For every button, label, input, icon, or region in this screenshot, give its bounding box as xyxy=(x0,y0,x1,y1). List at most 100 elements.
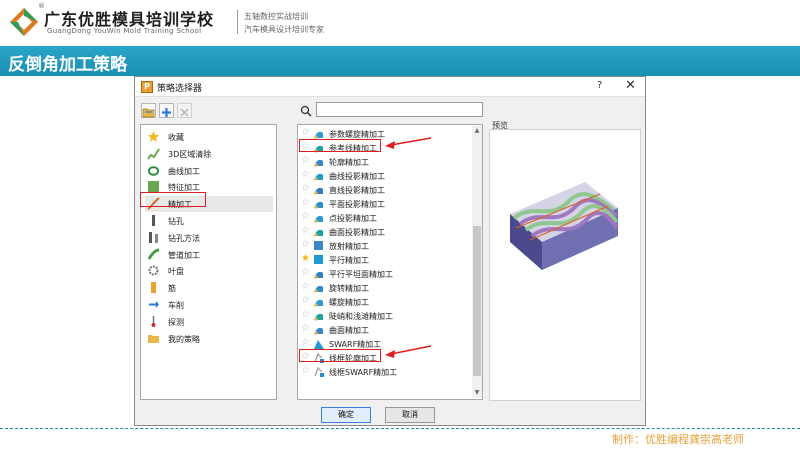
category-label: 筋 xyxy=(168,284,176,294)
strategy-label: 曲面投影精加工 xyxy=(329,228,385,237)
red-arrow-icon xyxy=(385,345,432,358)
favorite-star-icon[interactable]: ☆ xyxy=(301,365,310,377)
add-strategy-button[interactable] xyxy=(159,103,174,118)
category-item[interactable]: 筋 xyxy=(145,280,273,296)
favorite-star-icon[interactable]: ☆ xyxy=(301,323,310,335)
strategy-label: 线框SWARF精加工 xyxy=(329,368,398,377)
turning-icon xyxy=(149,301,159,308)
search-input[interactable] xyxy=(316,102,483,117)
preview-image xyxy=(510,182,619,270)
strategy-label: 螺旋精加工 xyxy=(329,298,369,307)
category-label: 钻孔 xyxy=(168,217,184,226)
rotary-finishing-icon xyxy=(314,285,323,293)
strategy-item[interactable]: ☆ 旋转精加工 xyxy=(301,281,471,295)
strategy-label: 放射精加工 xyxy=(329,242,369,251)
favorite-star-icon[interactable]: ☆ xyxy=(301,155,310,167)
favorite-star-icon[interactable]: ☆ xyxy=(301,225,310,237)
strategy-item[interactable]: ☆ 曲线投影精加工 xyxy=(301,169,471,183)
blisk-icon xyxy=(148,265,159,276)
wireframe-swarf-icon xyxy=(314,366,324,377)
favorite-star-icon[interactable]: ☆ xyxy=(301,295,310,307)
favorite-star-icon[interactable]: ☆ xyxy=(301,309,310,321)
line-projection-icon xyxy=(314,173,323,181)
line-projection-icon xyxy=(314,187,323,195)
favorite-star-icon[interactable]: ☆ xyxy=(301,337,310,349)
category-label: 3D区域清除 xyxy=(168,149,212,159)
slide-title: 反倒角加工策略 xyxy=(8,55,127,75)
category-item[interactable]: 钻孔方法 xyxy=(145,230,273,246)
favorite-star-icon[interactable]: ☆ xyxy=(301,211,310,223)
favorite-star-icon[interactable]: ☆ xyxy=(301,281,310,293)
header-divider xyxy=(237,10,238,34)
close-button[interactable]: ✕ xyxy=(625,78,636,93)
favorite-star-icon[interactable]: ☆ xyxy=(301,267,310,279)
strategy-label: 平行精加工 xyxy=(329,256,369,265)
category-item[interactable]: 车削 xyxy=(145,297,273,313)
favorite-star-icon[interactable]: ☆ xyxy=(301,127,310,139)
favorite-star-icon[interactable]: ☆ xyxy=(301,183,310,195)
category-item[interactable]: 3D区域清除 xyxy=(145,146,273,162)
author-credit: 制作：优胜编程龚崇高老师 xyxy=(612,433,744,446)
category-item[interactable]: 曲线加工 xyxy=(145,163,273,179)
category-item[interactable]: 探测 xyxy=(145,314,273,330)
strategy-item[interactable]: ☆ 曲面精加工 xyxy=(301,323,471,337)
radial-finishing-icon xyxy=(314,241,323,250)
app-icon: P xyxy=(141,81,153,93)
highlight-finishing-category xyxy=(140,192,206,207)
category-item[interactable]: 收藏 xyxy=(145,129,273,145)
favorite-star-icon[interactable]: ☆ xyxy=(301,197,310,209)
slide-title-bar: 反倒角加工策略 xyxy=(0,46,800,76)
strategy-list-scrollbar[interactable]: ▲ ▼ xyxy=(472,126,482,398)
strategy-item[interactable]: ☆ 线框SWARF精加工 xyxy=(301,365,471,379)
category-list[interactable]: 收藏 3D区域清除 曲线加工 特征加工 精加工 钻孔 钻孔方法 管道加工 叶盘筋车削 探测 我的策略 xyxy=(140,124,277,400)
category-item[interactable]: 管道加工 xyxy=(145,247,273,263)
strategy-item[interactable]: ☆ 陡峭和浅滩精加工 xyxy=(301,309,471,323)
scroll-up-arrow-icon[interactable]: ▲ xyxy=(473,127,481,135)
strategy-label: 曲面精加工 xyxy=(329,326,369,335)
help-button[interactable]: ? xyxy=(597,80,602,91)
curve-machining-icon xyxy=(148,165,160,176)
strategy-item[interactable]: ☆ 点投影精加工 xyxy=(301,211,471,225)
category-item[interactable]: 钻孔 xyxy=(145,213,273,229)
strategy-label: 点投影精加工 xyxy=(329,214,377,223)
strategy-label: 平面投影精加工 xyxy=(329,200,385,209)
preview-panel xyxy=(489,129,641,401)
folder-icon xyxy=(148,334,159,343)
star-icon xyxy=(148,131,159,142)
strategy-item[interactable]: ☆ 螺旋精加工 xyxy=(301,295,471,309)
dialog-titlebar[interactable]: P 策略选择器 ? ✕ xyxy=(135,77,645,97)
raster-finishing-icon xyxy=(314,255,323,264)
category-item[interactable]: 叶盘 xyxy=(145,263,273,279)
open-folder-button[interactable] xyxy=(141,103,156,118)
strategy-item[interactable]: ★ 平行精加工 xyxy=(301,253,471,267)
highlight-pattern-finishing xyxy=(299,139,381,152)
strategy-item[interactable]: ☆ 轮廓精加工 xyxy=(301,155,471,169)
cancel-button[interactable]: 取消 xyxy=(385,407,435,423)
category-item[interactable]: 我的策略 xyxy=(145,331,273,347)
strategy-item[interactable]: ☆ 直线投影精加工 xyxy=(301,183,471,197)
favorite-star-icon[interactable]: ★ xyxy=(301,253,310,265)
category-label: 钻孔方法 xyxy=(168,233,200,243)
strategy-item[interactable]: ☆ 曲面投影精加工 xyxy=(301,225,471,239)
area-clear-icon xyxy=(147,148,160,160)
swarf-icon xyxy=(314,340,324,349)
ok-button[interactable]: 确定 xyxy=(321,407,371,423)
parametric-spiral-icon xyxy=(314,131,323,139)
delete-button[interactable] xyxy=(177,103,192,118)
plane-projection-icon xyxy=(314,201,323,209)
surface-finishing-icon xyxy=(314,327,323,335)
footer-divider xyxy=(0,428,800,429)
tagline-2: 汽车模具设计培训专家 xyxy=(244,25,324,34)
strategy-item[interactable]: ☆ 平行平坦面精加工 xyxy=(301,267,471,281)
category-label: 曲线加工 xyxy=(168,166,200,176)
favorite-star-icon[interactable]: ☆ xyxy=(301,169,310,181)
scrollbar-thumb[interactable] xyxy=(473,226,481,376)
scroll-down-arrow-icon[interactable]: ▼ xyxy=(473,389,481,397)
search-icon xyxy=(300,105,312,117)
strategy-item[interactable]: ☆ 平面投影精加工 xyxy=(301,197,471,211)
favorite-star-icon[interactable]: ☆ xyxy=(301,239,310,251)
strategy-label: 平行平坦面精加工 xyxy=(329,270,393,279)
rib-icon xyxy=(151,282,156,294)
category-label: 收藏 xyxy=(168,133,184,142)
strategy-item[interactable]: ☆ 放射精加工 xyxy=(301,239,471,253)
